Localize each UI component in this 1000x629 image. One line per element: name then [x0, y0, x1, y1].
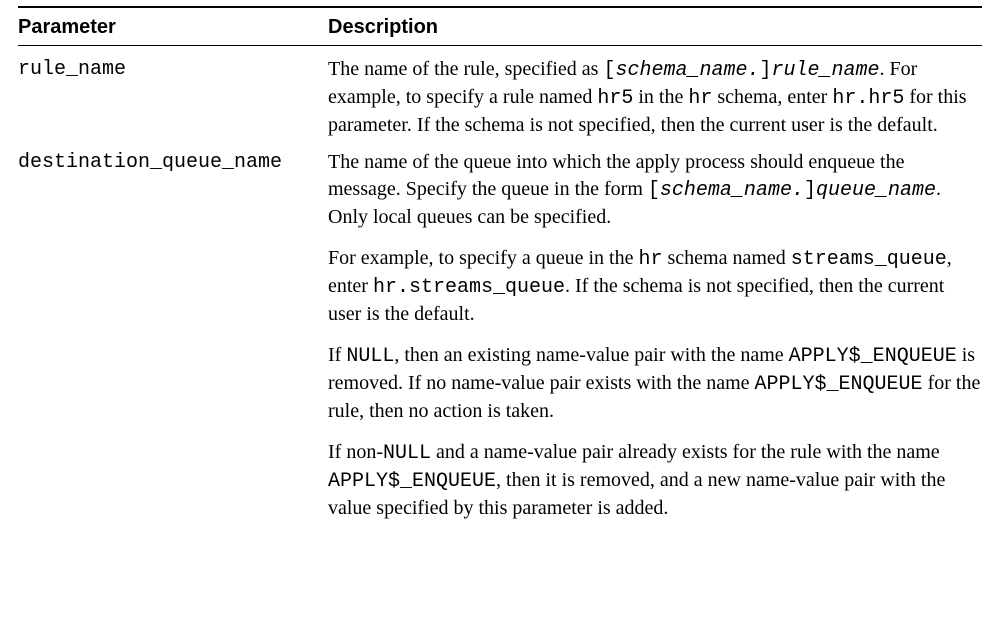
- code-span: hr: [688, 87, 712, 110]
- description-paragraph: The name of the queue into which the app…: [328, 149, 982, 231]
- description-paragraph: If non-NULL and a name-value pair alread…: [328, 439, 982, 522]
- code-span: [: [603, 59, 615, 82]
- code-span: hr.hr5: [832, 87, 904, 110]
- code-span: hr.streams_queue: [373, 276, 565, 299]
- code-span: APPLY$_ENQUEUE: [328, 470, 496, 493]
- code-span: hr: [638, 248, 662, 271]
- code-span: queue_name: [816, 179, 936, 202]
- parameter-description: The name of the queue into which the app…: [328, 149, 982, 522]
- parameter-name: rule_name: [18, 56, 328, 83]
- header-parameter: Parameter: [18, 14, 328, 41]
- parameter-name: destination_queue_name: [18, 149, 328, 176]
- code-span: APPLY$_ENQUEUE: [789, 345, 957, 368]
- header-description: Description: [328, 14, 982, 41]
- code-span: schema_name.: [615, 59, 759, 82]
- parameter-description: The name of the rule, specified as [sche…: [328, 56, 982, 139]
- description-paragraph: If NULL, then an existing name-value pai…: [328, 342, 982, 425]
- code-span: [: [648, 179, 660, 202]
- table-row: rule_nameThe name of the rule, specified…: [18, 46, 982, 139]
- table-header-row: Parameter Description: [18, 8, 982, 45]
- code-span: NULL: [383, 442, 431, 465]
- code-span: APPLY$_ENQUEUE: [755, 373, 923, 396]
- table-row: destination_queue_nameThe name of the qu…: [18, 139, 982, 522]
- code-span: schema_name.: [660, 179, 804, 202]
- code-span: hr5: [597, 87, 633, 110]
- description-paragraph: The name of the rule, specified as [sche…: [328, 56, 982, 139]
- table-body: rule_nameThe name of the rule, specified…: [18, 46, 982, 522]
- code-span: NULL: [346, 345, 394, 368]
- code-span: streams_queue: [791, 248, 947, 271]
- code-span: ]: [760, 59, 772, 82]
- description-paragraph: For example, to specify a queue in the h…: [328, 245, 982, 328]
- code-span: ]: [804, 179, 816, 202]
- code-span: rule_name: [772, 59, 880, 82]
